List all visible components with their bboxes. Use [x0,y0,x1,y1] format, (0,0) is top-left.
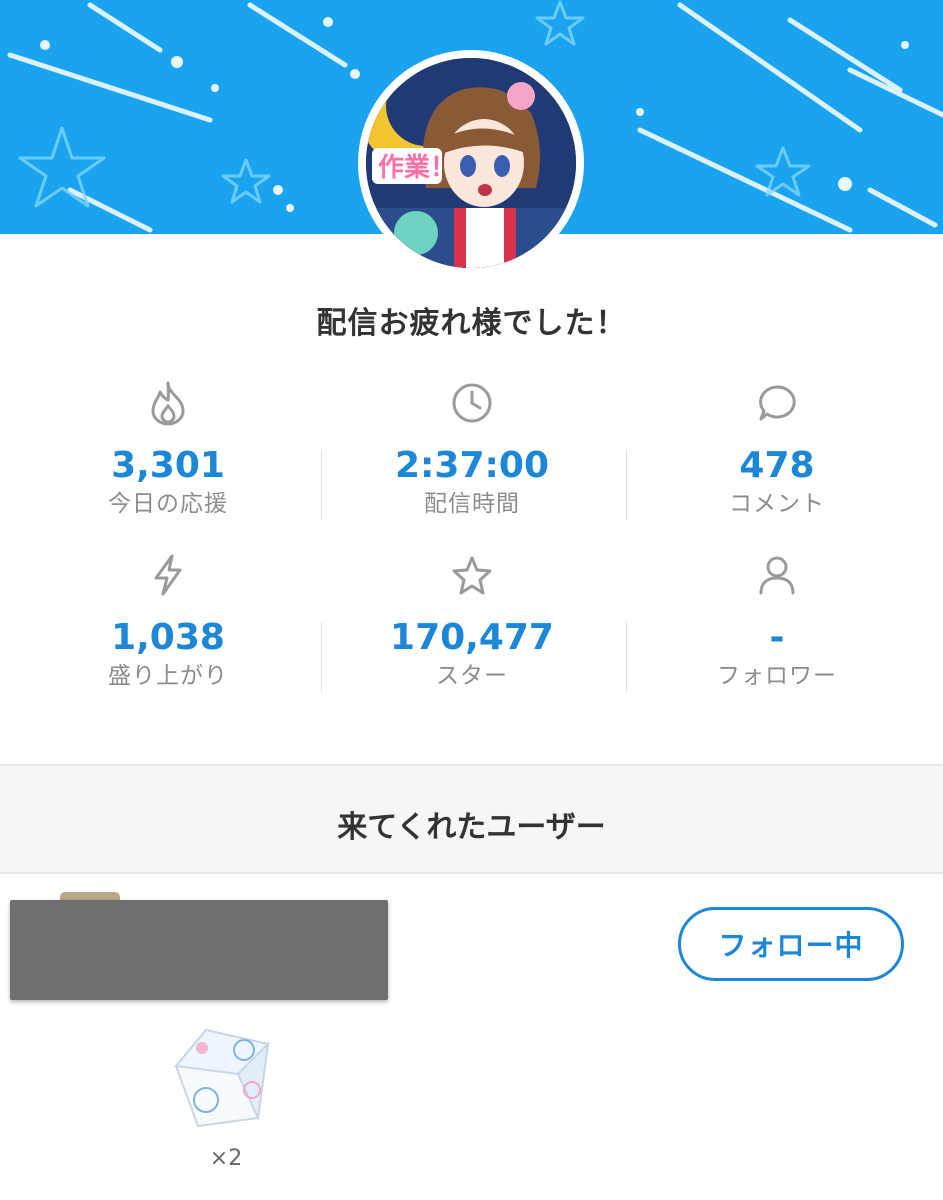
stat-label: 配信時間 [424,491,520,517]
stat-value: 2:37:00 [394,445,550,486]
following-button[interactable]: フォロー中 [678,907,904,981]
streamer-avatar[interactable]: 作業！ [358,50,584,276]
dice-gift-icon [168,1026,280,1130]
stat-value: - [769,617,785,658]
person-icon [627,552,927,598]
lightning-icon [18,552,318,598]
stat-label: 盛り上がり [108,663,228,689]
stat-excitement: 1,038 盛り上がり [18,552,318,691]
stat-label: 今日の応援 [108,491,228,517]
section-title: 来てくれたユーザー [337,810,606,845]
stat-value: 3,301 [111,445,225,486]
avatar-image: 作業！ [366,58,576,268]
stat-followers: - フォロワー [627,552,927,691]
gift-count: ×2 [209,1146,243,1171]
stat-value: 478 [739,445,815,486]
stat-value: 170,477 [390,617,554,658]
redacted-user-info [10,900,388,1000]
page-title: 配信お疲れ様でした！ [316,306,627,341]
stat-comments: 478 コメント [627,380,927,519]
stat-label: コメント [729,491,825,517]
stat-label: スター [436,663,508,689]
comment-icon [627,380,927,426]
visitors-section-header: 来てくれたユーザー [0,764,943,874]
stat-value: 1,038 [111,617,225,658]
flame-icon [18,380,318,426]
stat-stars: 170,477 スター [322,552,622,691]
stat-daily-support: 3,301 今日の応援 [18,380,318,519]
stat-label: フォロワー [717,663,837,689]
svg-text:作業！: 作業！ [378,153,456,183]
clock-icon [322,380,622,426]
star-icon [322,552,622,598]
stat-stream-time: 2:37:00 配信時間 [322,380,622,519]
